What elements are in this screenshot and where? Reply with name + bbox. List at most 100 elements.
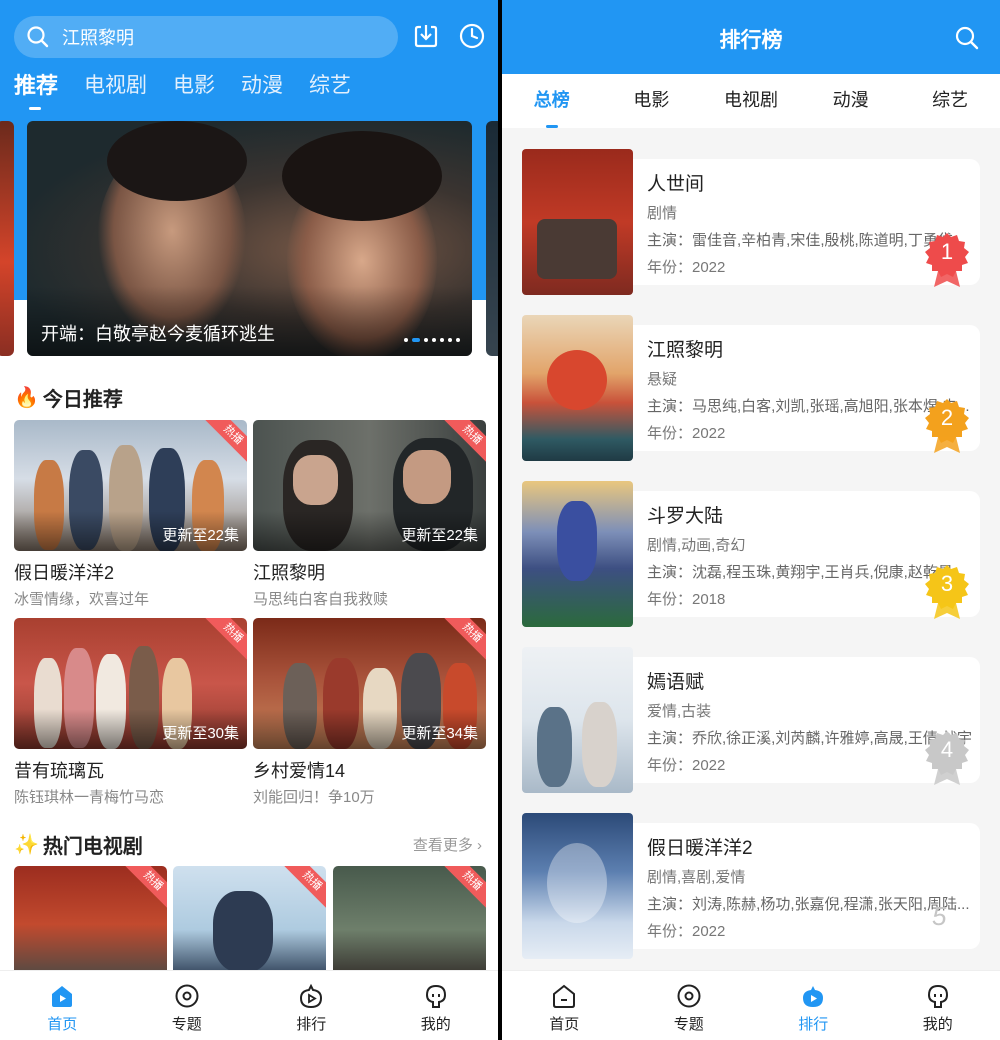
today-card[interactable]: 热播 更新至22集 江照黎明 马思纯白客自我救赎 xyxy=(253,420,486,609)
home-icon xyxy=(52,986,73,1007)
nav-topics-label: 专题 xyxy=(673,1016,704,1033)
tab-movie[interactable]: 电影 xyxy=(173,68,215,108)
poster xyxy=(522,315,633,461)
item-year: 年份：2022 xyxy=(647,757,726,774)
rank-medal: 2 xyxy=(922,397,972,455)
hot-badge: 热播 xyxy=(284,866,326,909)
carousel-prev-slide[interactable] xyxy=(0,121,14,356)
tab-tv[interactable]: 电视剧 xyxy=(84,68,147,108)
today-section-title: 🔥 今日推荐 xyxy=(14,383,123,412)
profile-icon xyxy=(927,984,948,1008)
rank-number: 1 xyxy=(940,239,954,264)
disc-icon xyxy=(175,984,199,1008)
ranking-item[interactable]: 斗罗大陆 剧情,动画,奇幻 主演：沈磊,程玉珠,黄翔宇,王肖兵,倪康,赵乾景..… xyxy=(522,481,980,627)
hot-title-text: 热门电视剧 xyxy=(42,836,143,858)
card-title: 假日暖洋洋2 xyxy=(14,563,115,583)
item-title: 嫣语赋 xyxy=(647,672,705,693)
nav-topics-label: 专题 xyxy=(171,1016,202,1033)
carousel-dot xyxy=(448,338,452,342)
search-bar[interactable]: 江照黎明 xyxy=(14,16,398,58)
card-subtitle: 马思纯白客自我救赎 xyxy=(253,591,389,608)
hot-card[interactable]: 热播 xyxy=(173,866,326,972)
nav-home-label: 首页 xyxy=(549,1016,580,1033)
tab-anime[interactable]: 动漫 xyxy=(801,74,901,128)
search-input[interactable]: 江照黎明 xyxy=(62,24,134,50)
item-genre: 悬疑 xyxy=(647,371,678,388)
hot-section-title: ✨ 热门电视剧 xyxy=(14,830,143,859)
tab-tv[interactable]: 电视剧 xyxy=(701,74,801,128)
see-more-link[interactable]: 查看更多 › xyxy=(413,834,482,855)
ranking-item[interactable]: 假日暖洋洋2 剧情,喜剧,爱情 主演：刘涛,陈赫,杨功,张嘉倪,程潇,张天阳,周… xyxy=(522,813,980,959)
category-tabs: 推荐 电视剧 电影 动漫 综艺 xyxy=(0,68,351,110)
poster xyxy=(522,647,633,793)
see-more-text: 查看更多 xyxy=(412,837,473,854)
nav-home-label: 首页 xyxy=(47,1016,78,1033)
nav-profile-label: 我的 xyxy=(922,1016,953,1033)
ranking-icon xyxy=(300,983,323,1009)
nav-home[interactable]: 首页 xyxy=(502,971,627,1040)
ranking-item[interactable]: 人世间 剧情 主演：雷佳音,辛柏青,宋佳,殷桃,陈道明,丁勇岱... 年份：20… xyxy=(522,149,980,295)
nav-profile[interactable]: 我的 xyxy=(374,971,499,1040)
item-title: 江照黎明 xyxy=(647,340,724,361)
item-genre: 爱情,古装 xyxy=(647,703,712,720)
search-icon xyxy=(27,26,49,48)
carousel-dot xyxy=(456,338,460,342)
hot-badge: 热播 xyxy=(125,866,167,909)
ranking-item[interactable]: 江照黎明 悬疑 主演：马思纯,白客,刘凯,张瑶,高旭阳,张本煜,史... 年份：… xyxy=(522,315,980,461)
banner-carousel[interactable]: 开端：白敬亭赵今麦循环逃生 xyxy=(27,121,472,356)
update-status: 更新至22集 xyxy=(162,527,239,544)
nav-ranking[interactable]: 排行 xyxy=(751,971,876,1040)
hot-card[interactable]: 热播 xyxy=(14,866,167,972)
card-subtitle: 冰雪情缘，欢喜过年 xyxy=(14,591,150,608)
tab-recommend[interactable]: 推荐 xyxy=(14,68,58,110)
history-icon[interactable] xyxy=(458,22,486,50)
item-title: 假日暖洋洋2 xyxy=(647,838,753,859)
rank-number: 3 xyxy=(940,571,954,596)
rank-medal: 4 xyxy=(922,729,972,787)
update-status: 更新至22集 xyxy=(401,527,478,544)
item-genre: 剧情 xyxy=(647,205,678,222)
home-screen: 江照黎明 推荐 电视剧 电影 动漫 综艺 开端：白敬亭赵今麦循环逃生 🔥 今日推… xyxy=(0,0,498,1040)
hot-card[interactable]: 热播 xyxy=(333,866,486,972)
hot-badge: 热播 xyxy=(444,618,486,661)
poster xyxy=(522,813,633,959)
nav-topics[interactable]: 专题 xyxy=(125,971,250,1040)
download-icon[interactable] xyxy=(412,22,440,50)
card-thumbnail: 热播 更新至22集 xyxy=(253,420,486,551)
card-subtitle: 刘能回归！争10万 xyxy=(253,789,375,806)
nav-topics[interactable]: 专题 xyxy=(627,971,752,1040)
bottom-nav: 首页 专题 排行 我的 xyxy=(0,970,498,1040)
nav-home[interactable]: 首页 xyxy=(0,971,125,1040)
today-card[interactable]: 热播 更新至22集 假日暖洋洋2 冰雪情缘，欢喜过年 xyxy=(14,420,247,609)
hot-badge: 热播 xyxy=(205,618,247,661)
tab-anime[interactable]: 动漫 xyxy=(241,68,283,108)
ranking-tabs: 总榜 电影 电视剧 动漫 综艺 xyxy=(502,74,1000,128)
carousel-dot xyxy=(424,338,428,342)
carousel-dot xyxy=(432,338,436,342)
tab-movie[interactable]: 电影 xyxy=(602,74,702,128)
nav-ranking[interactable]: 排行 xyxy=(249,971,374,1040)
ranking-item[interactable]: 嫣语赋 爱情,古装 主演：乔欣,徐正溪,刘芮麟,许雅婷,高晟,王倩,战宇 年份：… xyxy=(522,647,980,793)
today-card[interactable]: 热播 更新至30集 昔有琉璃瓦 陈钰琪林一青梅竹马恋 xyxy=(14,618,247,807)
hot-badge: 热播 xyxy=(444,866,486,909)
tab-overall[interactable]: 总榜 xyxy=(502,74,602,128)
carousel-dot-active xyxy=(412,338,420,342)
update-status: 更新至30集 xyxy=(162,725,239,742)
carousel-next-slide[interactable] xyxy=(486,121,498,356)
rank-medal: 1 xyxy=(922,231,972,289)
tab-variety[interactable]: 综艺 xyxy=(900,74,1000,128)
item-title: 斗罗大陆 xyxy=(647,506,724,527)
card-thumbnail: 热播 更新至30集 xyxy=(14,618,247,749)
item-genre: 剧情,喜剧,爱情 xyxy=(647,869,746,886)
today-card[interactable]: 热播 更新至34集 乡村爱情14 刘能回归！争10万 xyxy=(253,618,486,807)
banner-image-detail xyxy=(282,131,442,221)
card-subtitle: 陈钰琪林一青梅竹马恋 xyxy=(14,789,165,806)
tab-variety[interactable]: 综艺 xyxy=(309,68,351,108)
nav-profile[interactable]: 我的 xyxy=(876,971,1000,1040)
card-title: 乡村爱情14 xyxy=(253,761,346,781)
banner-image-detail xyxy=(107,121,247,201)
carousel-dot xyxy=(440,338,444,342)
item-title: 人世间 xyxy=(647,174,705,195)
search-icon[interactable] xyxy=(954,25,980,51)
rank-number: 4 xyxy=(940,737,954,762)
